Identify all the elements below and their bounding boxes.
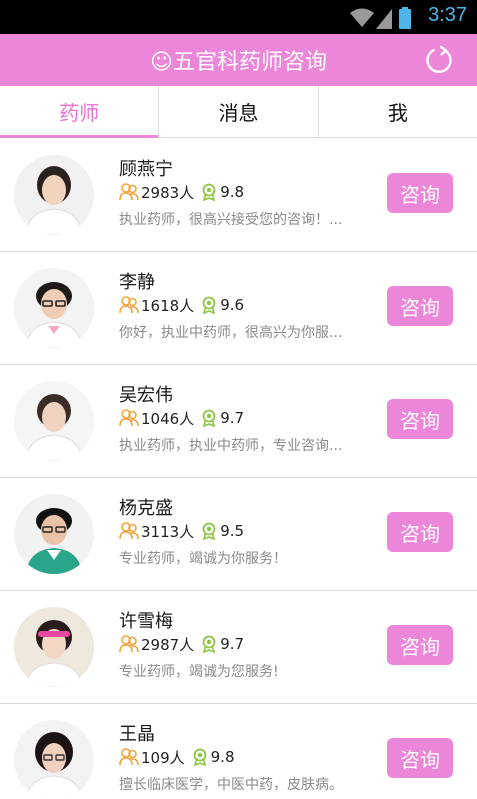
- consult-button[interactable]: 咨询: [387, 625, 453, 665]
- pharmacist-stats: 1618人 9.6: [119, 295, 244, 315]
- pharmacist-name: 顾燕宁: [119, 159, 173, 180]
- tab-me[interactable]: 我: [319, 86, 477, 137]
- pharmacist-description: 执业药师，执业中药师，专业咨询...: [119, 438, 343, 454]
- pharmacist-stats: 109人 9.8: [119, 747, 235, 767]
- consult-count: 109人: [141, 748, 185, 767]
- avatar: [14, 155, 94, 235]
- pharmacist-stats: 2983人 9.8: [119, 182, 244, 202]
- consult-count: 1046人: [141, 409, 195, 428]
- rating-score: 9.7: [220, 409, 245, 427]
- tab-bar: 药师 消息 我: [0, 86, 477, 138]
- medal-icon: [202, 296, 216, 314]
- pharmacist-name: 李静: [119, 272, 155, 293]
- medal-icon: [202, 409, 216, 427]
- page-title: ☺五官科药师咨询: [150, 50, 327, 75]
- rating-score: 9.8: [210, 748, 235, 766]
- people-icon: [119, 522, 139, 540]
- people-icon: [119, 748, 139, 766]
- consult-count: 3113人: [141, 522, 195, 541]
- consult-count: 1618人: [141, 296, 195, 315]
- pharmacist-description: 专业药师，竭诚为您服务!: [119, 664, 279, 680]
- people-icon: [119, 409, 139, 427]
- consult-count: 2987人: [141, 635, 195, 654]
- list-item[interactable]: 吴宏伟 1046人 9.7 执业药师，执业中药师，专业咨询... 咨询: [0, 365, 477, 478]
- tab-pharmacists[interactable]: 药师: [0, 86, 160, 138]
- avatar: [14, 268, 94, 348]
- rating-score: 9.5: [220, 522, 245, 540]
- people-icon: [119, 296, 139, 314]
- tab-messages[interactable]: 消息: [159, 86, 319, 137]
- medal-icon: [202, 635, 216, 653]
- consult-count: 2983人: [141, 183, 195, 202]
- avatar: [14, 494, 94, 574]
- refresh-icon[interactable]: [424, 45, 454, 75]
- pharmacist-description: 你好，执业中药师，很高兴为你服...: [119, 325, 343, 341]
- consult-button[interactable]: 咨询: [387, 399, 453, 439]
- pharmacist-name: 王晶: [119, 724, 155, 745]
- medal-icon: [193, 748, 207, 766]
- pharmacist-name: 许雪梅: [119, 611, 173, 632]
- pharmacist-name: 杨克盛: [119, 498, 173, 519]
- list-item[interactable]: 顾燕宁 2983人 9.8 执业药师，很高兴接受您的咨询！... 咨询: [0, 139, 477, 252]
- pharmacist-stats: 3113人 9.5: [119, 521, 244, 541]
- pharmacist-stats: 1046人 9.7: [119, 408, 244, 428]
- status-bar: 3:37: [0, 0, 477, 34]
- wifi-icon: [350, 8, 374, 27]
- medal-icon: [202, 183, 216, 201]
- cellular-signal-icon: [376, 9, 392, 29]
- list-item[interactable]: 许雪梅 2987人 9.7 专业药师，竭诚为您服务! 咨询: [0, 591, 477, 704]
- avatar: [14, 720, 94, 799]
- rating-score: 9.8: [220, 183, 245, 201]
- pharmacist-description: 擅长临床医学，中医中药，皮肤病。: [119, 777, 343, 793]
- status-time: 3:37: [428, 4, 467, 26]
- pharmacist-description: 专业药师，竭诚为你服务！: [119, 551, 287, 567]
- rating-score: 9.6: [220, 296, 245, 314]
- list-item[interactable]: 王晶 109人 9.8 擅长临床医学，中医中药，皮肤病。 咨询: [0, 704, 477, 799]
- battery-icon: [399, 7, 411, 29]
- pharmacist-name: 吴宏伟: [119, 385, 173, 406]
- consult-button[interactable]: 咨询: [387, 738, 453, 778]
- rating-score: 9.7: [220, 635, 245, 653]
- pharmacist-stats: 2987人 9.7: [119, 634, 244, 654]
- consult-button[interactable]: 咨询: [387, 512, 453, 552]
- consult-button[interactable]: 咨询: [387, 286, 453, 326]
- people-icon: [119, 183, 139, 201]
- pharmacist-list: 顾燕宁 2983人 9.8 执业药师，很高兴接受您的咨询！... 咨询 李静 1…: [0, 139, 477, 799]
- avatar: [14, 381, 94, 461]
- medal-icon: [202, 522, 216, 540]
- people-icon: [119, 635, 139, 653]
- pharmacist-description: 执业药师，很高兴接受您的咨询！...: [119, 212, 343, 228]
- app-header: ☺五官科药师咨询: [0, 34, 477, 86]
- list-item[interactable]: 杨克盛 3113人 9.5 专业药师，竭诚为你服务！ 咨询: [0, 478, 477, 591]
- consult-button[interactable]: 咨询: [387, 173, 453, 213]
- avatar: [14, 607, 94, 687]
- list-item[interactable]: 李静 1618人 9.6 你好，执业中药师，很高兴为你服... 咨询: [0, 252, 477, 365]
